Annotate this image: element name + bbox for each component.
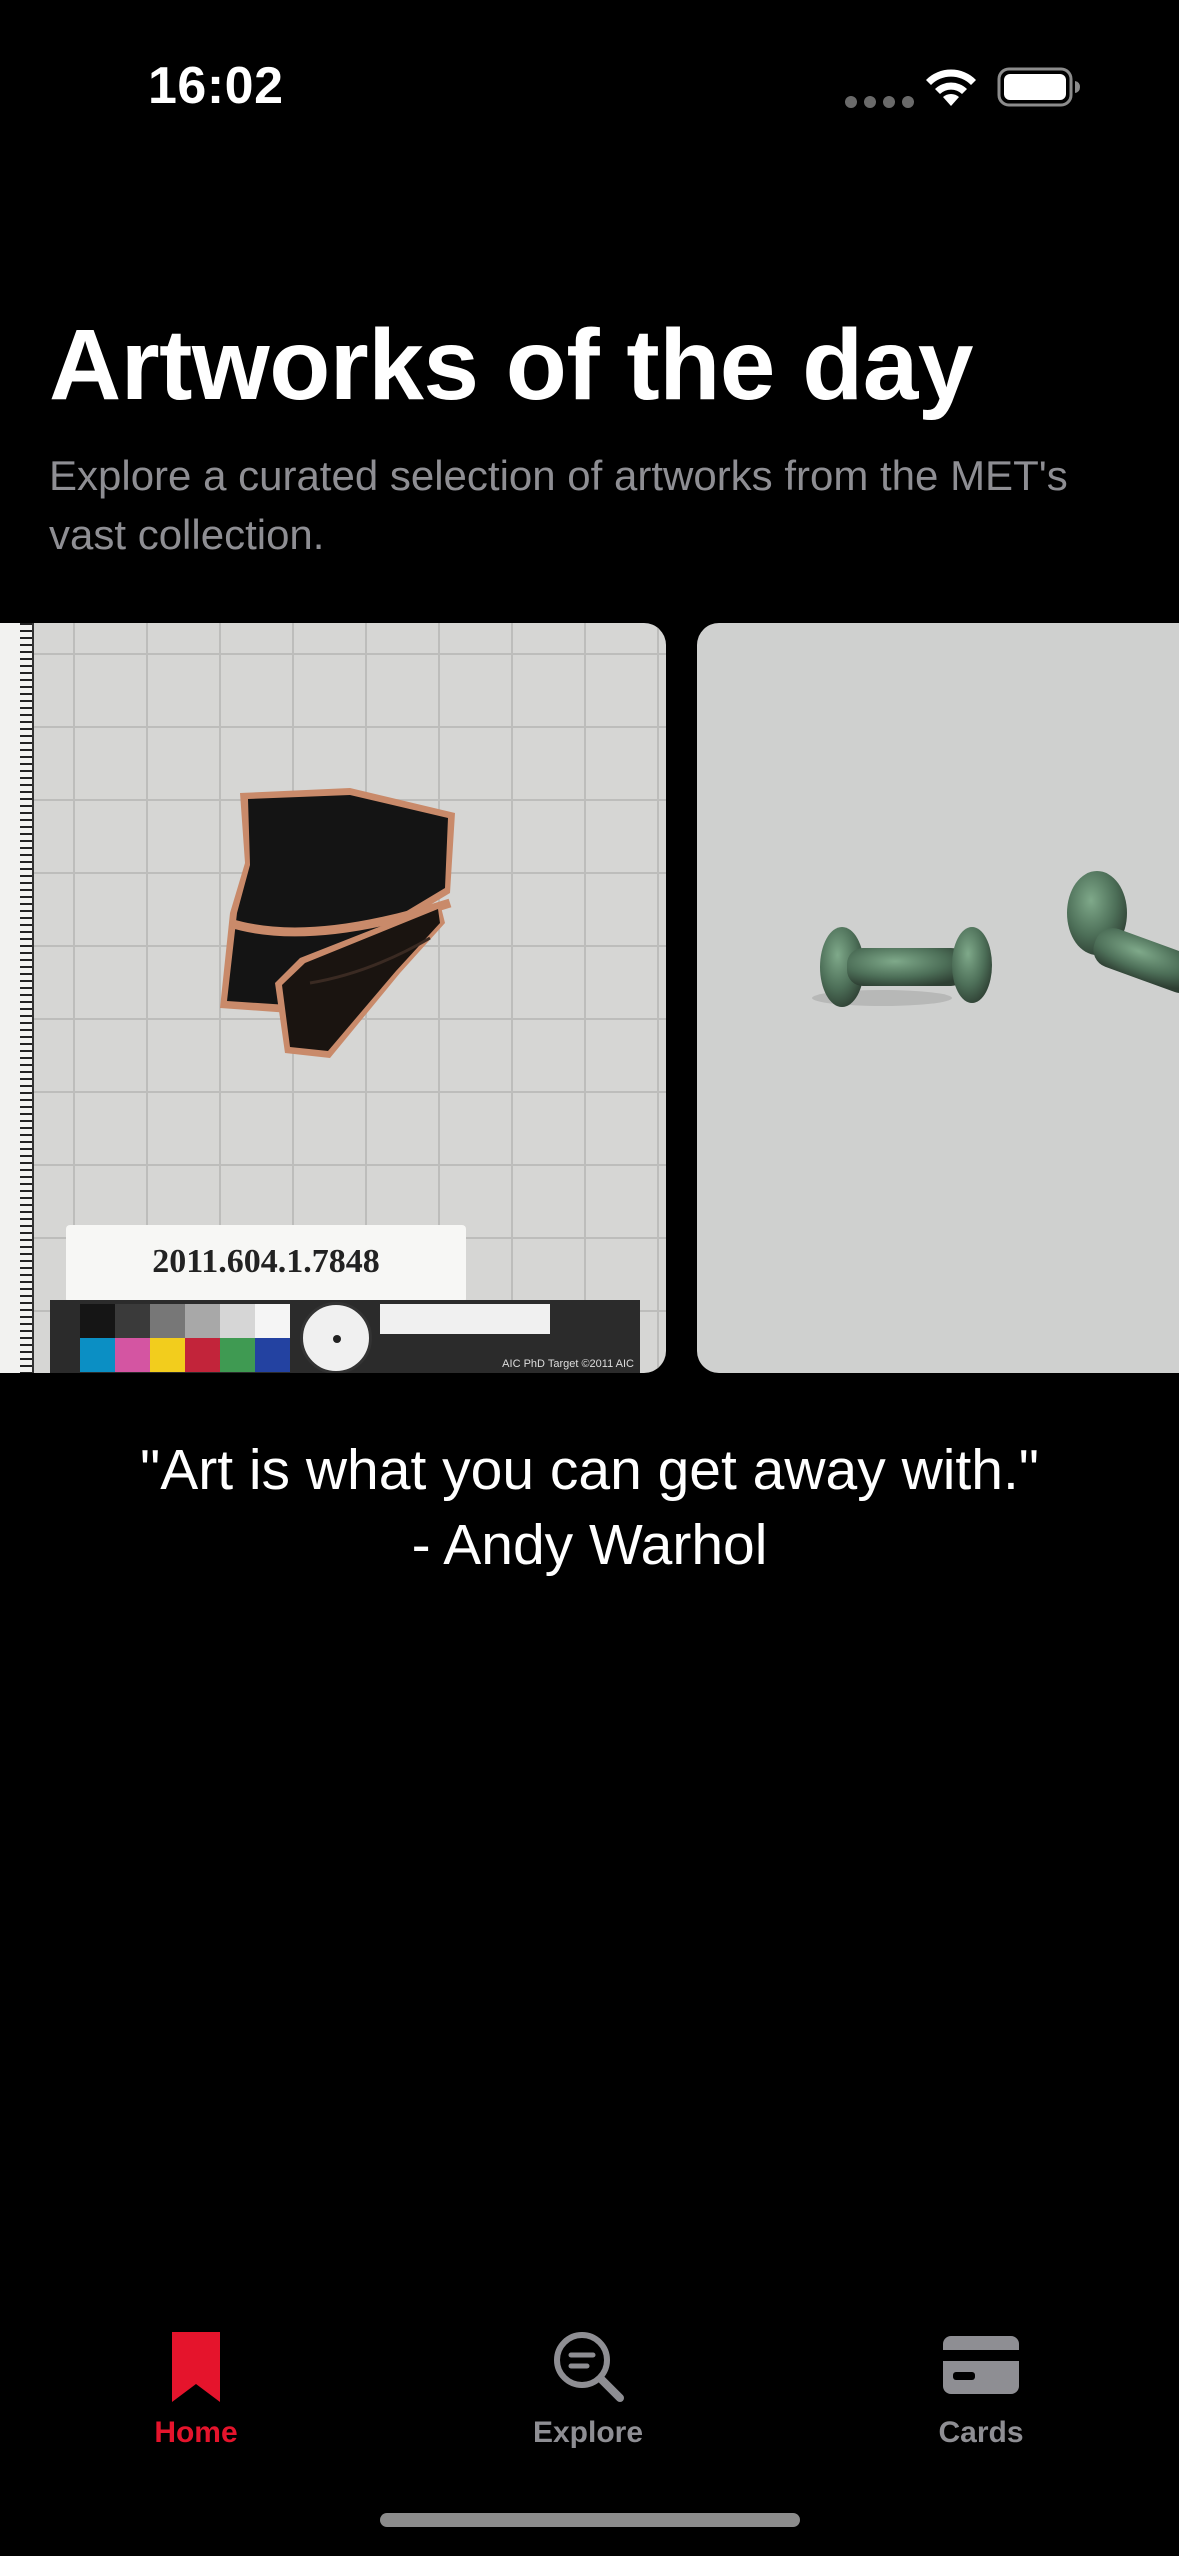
status-bar: 16:02 <box>0 0 1179 175</box>
tab-home[interactable]: Home <box>66 2328 326 2450</box>
color-target: AIC PhD Target ©2011 AIC <box>50 1300 640 1373</box>
artwork-carousel[interactable]: 2011.604.1.7848 AIC PhD Target ©2011 AIC <box>0 623 1179 1373</box>
target-scale <box>380 1304 550 1334</box>
target-circle <box>300 1302 372 1373</box>
tab-cards[interactable]: Cards <box>851 2328 1111 2450</box>
tab-label: Explore <box>532 2416 644 2449</box>
tab-label: Cards <box>938 2416 1024 2449</box>
accession-number: 2011.604.1.7848 <box>152 1243 380 1280</box>
tab-explore[interactable]: Explore <box>458 2328 718 2450</box>
page-title: Artworks of the day <box>49 309 974 421</box>
artwork-card[interactable]: 2011.604.1.7848 AIC PhD Target ©2011 AIC <box>0 623 666 1373</box>
target-label: AIC PhD Target ©2011 AIC <box>502 1358 634 1370</box>
quote-text: "Art is what you can get away with." <box>139 1438 1040 1502</box>
card-icon <box>943 2336 1019 2394</box>
home-indicator[interactable] <box>380 2513 800 2527</box>
quote: "Art is what you can get away with." - A… <box>0 1433 1179 1583</box>
bookmark-icon <box>172 2332 220 2402</box>
color-swatches <box>80 1304 290 1372</box>
status-time: 16:02 <box>148 57 284 115</box>
bronze-spools-image <box>812 871 1179 1007</box>
pottery-fragment-image <box>220 788 455 1058</box>
page-subtitle: Explore a curated selection of artworks … <box>49 452 1068 558</box>
ruler <box>0 623 34 1373</box>
artwork-card[interactable] <box>697 623 1179 1373</box>
signal-dots-icon <box>845 96 914 108</box>
wifi-icon <box>926 69 976 106</box>
tab-label: Home <box>154 2416 238 2449</box>
battery-icon <box>997 67 1080 107</box>
quote-author: - Andy Warhol <box>411 1513 768 1577</box>
search-icon <box>554 2332 624 2402</box>
accession-label: 2011.604.1.7848 <box>66 1225 466 1303</box>
